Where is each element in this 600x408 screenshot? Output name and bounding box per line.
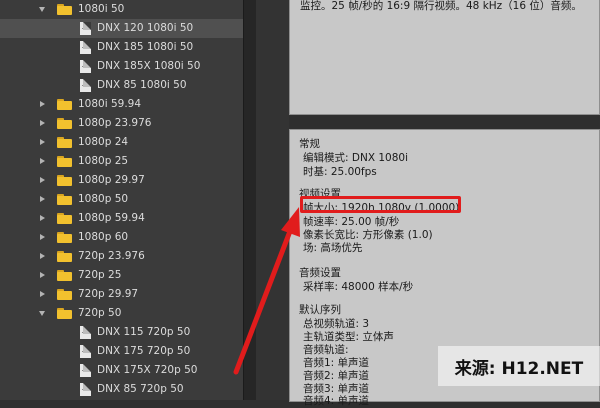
tree-item-label: 1080p 60: [78, 231, 129, 243]
tree-item-label: DNX 115 720p 50: [97, 326, 191, 338]
tree-folder[interactable]: 1080p 60: [0, 228, 243, 247]
collapsed-arrow-icon[interactable]: [40, 177, 45, 183]
tree-item-label: 720p 29.97: [78, 288, 139, 300]
preset-file-icon: [80, 60, 91, 73]
edit-mode-text: 编辑模式: DNX 1080i: [303, 152, 408, 164]
tree-folder[interactable]: 720p 50: [0, 304, 243, 323]
tree-folder[interactable]: 1080p 29.97: [0, 171, 243, 190]
collapsed-arrow-icon[interactable]: [40, 291, 45, 297]
tree-preset[interactable]: DNX 175 720p 50: [0, 342, 243, 361]
collapsed-arrow-icon[interactable]: [40, 253, 45, 259]
collapsed-arrow-icon[interactable]: [40, 234, 45, 240]
tree-item-label: 1080p 23.976: [78, 117, 152, 129]
preset-file-icon: [80, 383, 91, 396]
timebase-text: 时基: 25.00fps: [303, 166, 377, 178]
tree-preset[interactable]: DNX 85 720p 50: [0, 380, 243, 399]
audio-4-text: 音频4: 单声道: [303, 395, 370, 407]
general-heading: 常规: [299, 138, 320, 150]
expanded-arrow-icon[interactable]: [39, 7, 45, 12]
folder-icon: [57, 232, 72, 243]
tree-item-label: 1080i 50: [78, 3, 125, 15]
tree-item-label: DNX 175X 720p 50: [97, 364, 198, 376]
tree-item-label: DNX 85 1080i 50: [97, 79, 187, 91]
description-panel: 监控。25 帧/秒的 16:9 隔行视频。48 kHz（16 位）音频。: [289, 0, 600, 115]
tree-item-label: DNX 185X 1080i 50: [97, 60, 201, 72]
folder-icon: [57, 137, 72, 148]
tree-item-label: 1080p 24: [78, 136, 129, 148]
preset-file-icon: [80, 364, 91, 377]
tree-item-label: DNX 185 1080i 50: [97, 41, 194, 53]
preset-file-icon: [80, 345, 91, 358]
tree-preset[interactable]: DNX 115 720p 50: [0, 323, 243, 342]
sequence-heading: 默认序列: [299, 304, 341, 316]
frame-size-highlight: [300, 196, 461, 213]
preset-file-icon: [80, 22, 91, 35]
collapsed-arrow-icon[interactable]: [40, 139, 45, 145]
tree-preset[interactable]: DNX 175X 720p 50: [0, 361, 243, 380]
tree-folder[interactable]: 1080p 24: [0, 133, 243, 152]
folder-icon: [57, 251, 72, 262]
tree-preset[interactable]: DNX 120 1080i 50: [0, 19, 243, 38]
tree-item-label: 1080p 59.94: [78, 212, 145, 224]
tree-item-label: DNX 120 1080i 50: [97, 22, 194, 34]
collapsed-arrow-icon[interactable]: [40, 215, 45, 221]
tree-folder[interactable]: 720p 25: [0, 266, 243, 285]
tree-item-label: 720p 25: [78, 269, 122, 281]
preset-file-icon: [80, 41, 91, 54]
collapsed-arrow-icon[interactable]: [40, 196, 45, 202]
tree-folder[interactable]: 1080p 50: [0, 190, 243, 209]
tree-item-label: 1080p 25: [78, 155, 129, 167]
source-watermark: 来源: H12.NET: [438, 346, 600, 386]
tree-item-label: DNX 85 720p 50: [97, 383, 184, 395]
collapsed-arrow-icon[interactable]: [40, 158, 45, 164]
tree-item-label: 1080i 59.94: [78, 98, 142, 110]
folder-icon: [57, 270, 72, 281]
tree-folder[interactable]: 720p 29.97: [0, 285, 243, 304]
tree-item-label: 720p 23.976: [78, 250, 145, 262]
tree-folder[interactable]: 1080p 25: [0, 152, 243, 171]
tree-folder[interactable]: 1080p 23.976: [0, 114, 243, 133]
folder-icon: [57, 99, 72, 110]
sample-rate-text: 采样率: 48000 样本/秒: [303, 281, 414, 293]
panel-divider: [256, 0, 289, 400]
fields-text: 场: 高场优先: [303, 242, 363, 254]
tree-item-label: 720p 50: [78, 307, 122, 319]
preset-tree: 1080i 50 DNX 120 1080i 50 DNX 185 1080i 50…: [0, 0, 243, 400]
collapsed-arrow-icon[interactable]: [40, 120, 45, 126]
description-text: 监控。25 帧/秒的 16:9 隔行视频。48 kHz（16 位）音频。: [300, 0, 582, 12]
folder-icon: [57, 213, 72, 224]
folder-icon: [57, 175, 72, 186]
tree-preset[interactable]: DNX 185X 1080i 50: [0, 57, 243, 76]
collapsed-arrow-icon[interactable]: [40, 101, 45, 107]
preset-file-icon: [80, 326, 91, 339]
tree-folder[interactable]: 1080i 50: [0, 0, 243, 19]
tree-item-label: 1080p 29.97: [78, 174, 145, 186]
tree-scrollbar[interactable]: [243, 0, 256, 400]
folder-icon: [57, 156, 72, 167]
expanded-arrow-icon[interactable]: [39, 311, 45, 316]
tree-folder[interactable]: 1080i 59.94: [0, 95, 243, 114]
preset-file-icon: [80, 79, 91, 92]
tree-preset[interactable]: DNX 185 1080i 50: [0, 38, 243, 57]
folder-icon: [57, 4, 72, 15]
tree-preset[interactable]: DNX 85 1080i 50: [0, 76, 243, 95]
tree-folder[interactable]: 720p 23.976: [0, 247, 243, 266]
folder-icon: [57, 118, 72, 129]
folder-icon: [57, 194, 72, 205]
collapsed-arrow-icon[interactable]: [40, 272, 45, 278]
folder-icon: [57, 289, 72, 300]
tree-item-label: DNX 175 720p 50: [97, 345, 191, 357]
audio-heading: 音频设置: [299, 267, 341, 279]
tree-folder[interactable]: 1080p 59.94: [0, 209, 243, 228]
tree-item-label: 1080p 50: [78, 193, 129, 205]
folder-icon: [57, 308, 72, 319]
